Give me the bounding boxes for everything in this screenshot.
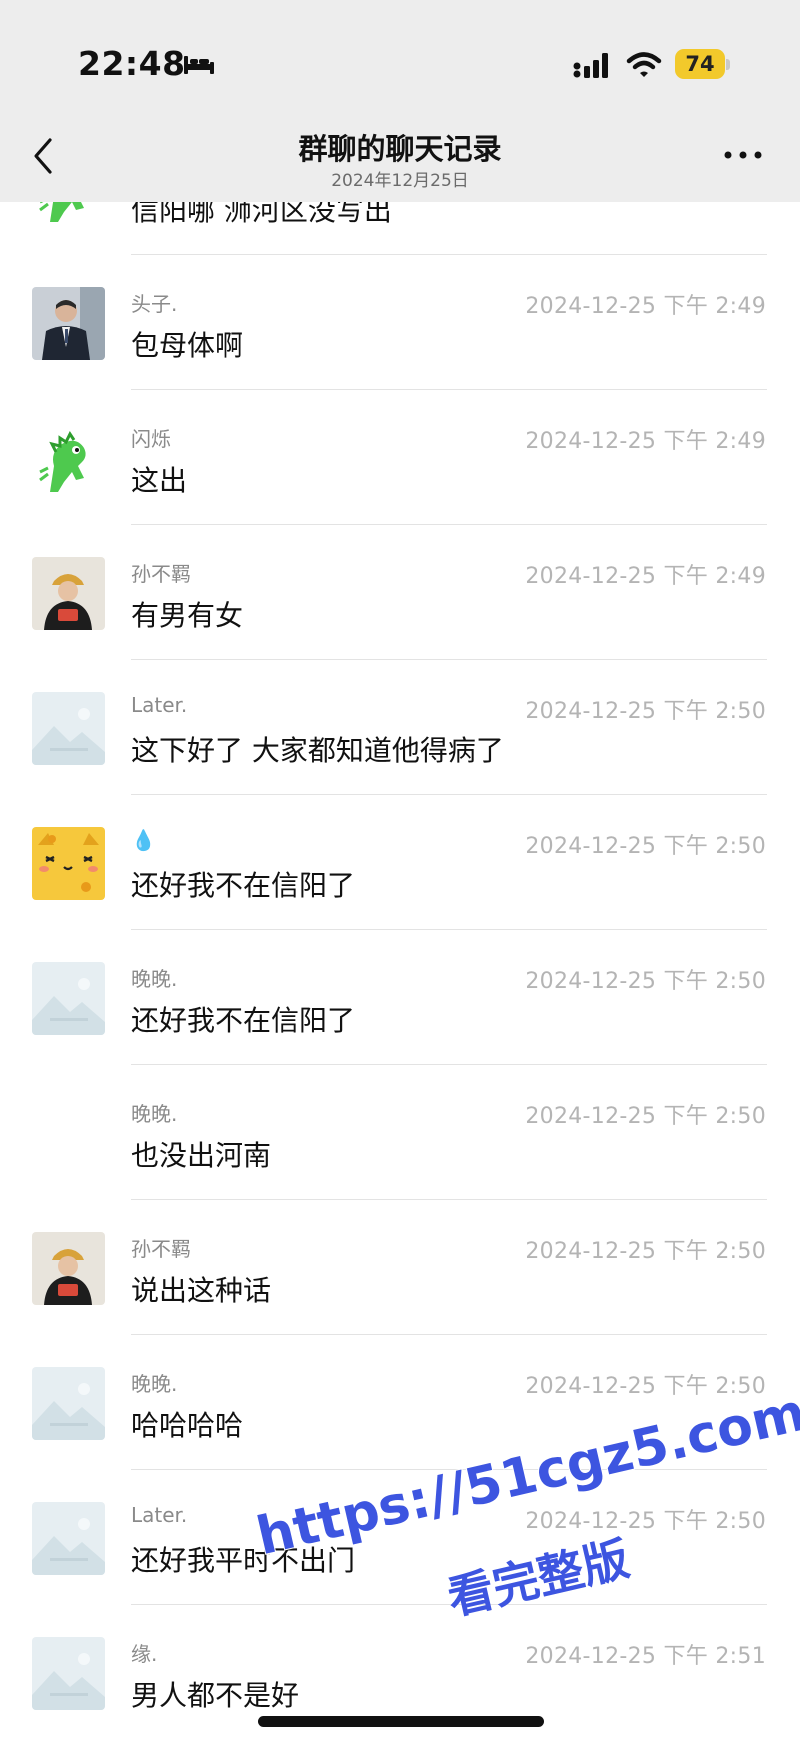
page-title: 群聊的聊天记录	[298, 132, 502, 166]
top-bar: 22:48 74 群聊的聊天记录 2024年12月25日	[0, 0, 800, 202]
placeholder-image-avatar-icon	[32, 1502, 105, 1575]
avatar	[32, 827, 105, 900]
message-timestamp: 2024-12-25 下午 2:49	[525, 564, 766, 589]
sender-name: Later.	[131, 1503, 188, 1527]
list-item[interactable]: 晚晚. 2024-12-25 下午 2:50 还好我不在信阳了	[0, 930, 800, 1065]
avatar	[32, 1502, 105, 1575]
avatar	[32, 287, 105, 360]
message-timestamp: 2024-12-25 下午 2:50	[525, 699, 766, 724]
list-item[interactable]: 孙不羁 2024-12-25 下午 2:49 有男有女	[0, 525, 800, 660]
sender-name: 晚晚.	[131, 1372, 178, 1396]
person-with-cap-avatar-icon	[32, 557, 105, 630]
list-item[interactable]: 💧 2024-12-25 下午 2:50 还好我不在信阳了	[0, 795, 800, 930]
sender-name: 晚晚.	[131, 967, 178, 991]
message-text: 说出这种话	[131, 1274, 272, 1307]
message-text: 这下好了 大家都知道他得病了	[131, 734, 504, 767]
sender-name: 孙不羁	[131, 562, 191, 586]
more-options-icon[interactable]	[722, 148, 764, 162]
cellular-signal-icon	[573, 53, 608, 78]
battery-level: 74	[685, 52, 715, 76]
placeholder-image-avatar-icon	[32, 1367, 105, 1440]
sender-name: 💧	[131, 828, 156, 852]
avatar	[32, 557, 105, 630]
man-in-suit-avatar-icon	[32, 287, 105, 360]
message-text: 也没出河南	[131, 1139, 272, 1172]
avatar	[32, 1637, 105, 1710]
message-text: 还好我不在信阳了	[131, 1004, 356, 1037]
sender-name: Later.	[131, 693, 188, 717]
list-item[interactable]: 晚晚. 2024-12-25 下午 2:50 也没出河南	[0, 1065, 800, 1200]
avatar	[32, 1232, 105, 1305]
message-text: 包母体啊	[131, 329, 244, 362]
wifi-icon	[626, 52, 662, 77]
avatar	[32, 422, 105, 495]
message-timestamp: 2024-12-25 下午 2:50	[525, 1239, 766, 1264]
message-timestamp: 2024-12-25 下午 2:51	[525, 1644, 766, 1669]
sender-name: 缘.	[131, 1642, 158, 1666]
placeholder-image-avatar-icon	[32, 962, 105, 1035]
cat-pudding-avatar-icon	[32, 827, 105, 900]
message-text: 男人都不是好	[131, 1679, 300, 1712]
message-timestamp: 2024-12-25 下午 2:50	[525, 1374, 766, 1399]
sender-name: 晚晚.	[131, 1102, 178, 1126]
bed-icon	[184, 56, 214, 74]
message-text: 还好我不在信阳了	[131, 869, 356, 902]
chat-record-list[interactable]: 信阳哪 浉河区没写出 头子. 2024-12-25 下午 2:49 包母体啊 闪…	[0, 152, 800, 1741]
message-timestamp: 2024-12-25 下午 2:50	[525, 1104, 766, 1129]
message-timestamp: 2024-12-25 下午 2:49	[525, 294, 766, 319]
list-item[interactable]: 闪烁 2024-12-25 下午 2:49 这出	[0, 390, 800, 525]
placeholder-image-avatar-icon	[32, 692, 105, 765]
placeholder-image-avatar-icon	[32, 1637, 105, 1710]
message-text: 哈哈哈哈	[131, 1409, 244, 1442]
list-item[interactable]: 晚晚. 2024-12-25 下午 2:50 哈哈哈哈	[0, 1335, 800, 1470]
home-indicator[interactable]	[258, 1716, 544, 1727]
person-with-cap-avatar-icon	[32, 1232, 105, 1305]
avatar	[32, 692, 105, 765]
dinosaur-avatar-icon	[32, 422, 105, 495]
battery-tip	[726, 59, 730, 70]
message-timestamp: 2024-12-25 下午 2:50	[525, 1509, 766, 1534]
list-item[interactable]: Later. 2024-12-25 下午 2:50 还好我平时不出门	[0, 1470, 800, 1605]
list-item[interactable]: Later. 2024-12-25 下午 2:50 这下好了 大家都知道他得病了	[0, 660, 800, 795]
sender-name: 闪烁	[131, 427, 171, 451]
message-text: 还好我平时不出门	[131, 1544, 356, 1577]
status-time: 22:48	[78, 44, 186, 83]
battery-indicator: 74	[675, 49, 730, 79]
message-timestamp: 2024-12-25 下午 2:50	[525, 969, 766, 994]
avatar	[32, 962, 105, 1035]
page-subtitle-date: 2024年12月25日	[331, 171, 469, 191]
sender-name: 孙不羁	[131, 1237, 191, 1261]
message-text: 这出	[131, 464, 188, 497]
message-timestamp: 2024-12-25 下午 2:49	[525, 429, 766, 454]
sender-name: 头子.	[131, 292, 178, 316]
message-timestamp: 2024-12-25 下午 2:50	[525, 834, 766, 859]
list-item[interactable]: 头子. 2024-12-25 下午 2:49 包母体啊	[0, 255, 800, 390]
list-item[interactable]: 孙不羁 2024-12-25 下午 2:50 说出这种话	[0, 1200, 800, 1335]
message-text: 有男有女	[131, 599, 244, 632]
avatar	[32, 1367, 105, 1440]
